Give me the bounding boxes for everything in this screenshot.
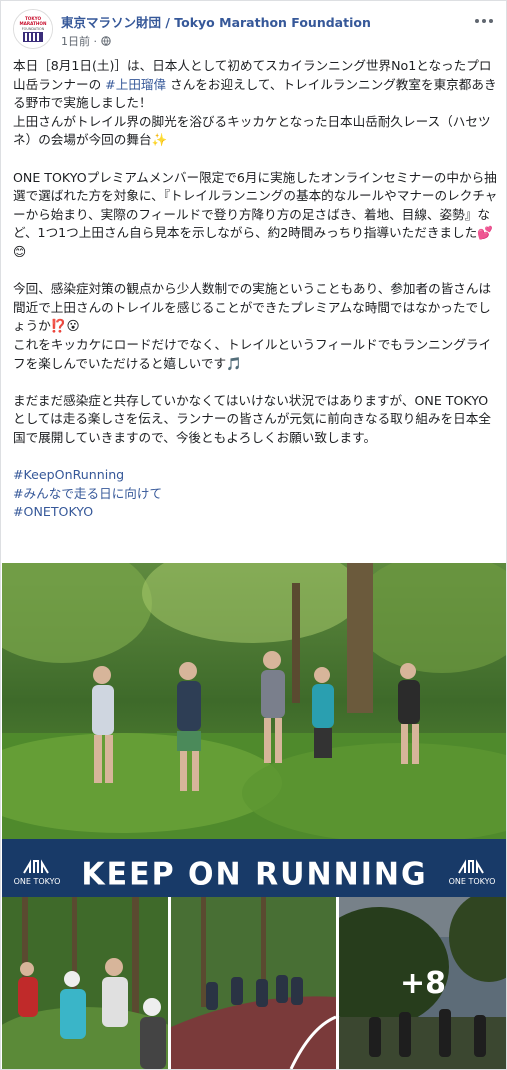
post-header: TOKYO MARATHON FOUNDATION 東京マラソン財団 / Tok…	[13, 9, 494, 51]
banner-text: KEEP ON RUNNING	[81, 856, 428, 893]
keep-on-running-banner[interactable]: ONE TOKYO KEEP ON RUNNING ONE TOKYO	[2, 839, 506, 897]
paragraph-1: 本日［8月1日(土)］は、日本人として初めてスカイランニング世界No1となったプ…	[13, 57, 498, 150]
banner-logo-text: ONE TOKYO	[448, 877, 496, 886]
hashtag-link[interactable]: #ONETOKYO	[13, 503, 498, 522]
paragraph-3: 今回、感染症対策の観点から少人数制での実施ということもあり、参加者の皆さんは間近…	[13, 281, 492, 371]
one-tokyo-logo: ONE TOKYO	[445, 859, 499, 886]
tokyo-marathon-logo-icon: TOKYO MARATHON FOUNDATION	[14, 10, 52, 48]
hashtag-link[interactable]: #みんなで走る日に向けて	[13, 485, 498, 504]
paragraph-4: まだまだ感染症と共存していかなくてはいけない状況ではありますが、ONE TOKY…	[13, 392, 491, 445]
globe-icon	[100, 35, 111, 48]
mention-link[interactable]: #上田瑠偉	[105, 77, 166, 92]
main-photo[interactable]	[2, 563, 506, 839]
thumbnail-photo-more[interactable]: +8	[339, 897, 506, 1069]
thumbnail-photo[interactable]	[171, 897, 336, 1069]
one-tokyo-mark-icon	[458, 859, 484, 874]
more-photos-count[interactable]: +8	[339, 897, 506, 1069]
facebook-post: TOKYO MARATHON FOUNDATION 東京マラソン財団 / Tok…	[0, 0, 507, 1070]
post-meta: 1日前 ·	[61, 33, 111, 49]
page-name-link[interactable]: 東京マラソン財団 / Tokyo Marathon Foundation	[61, 12, 371, 31]
more-dots-icon[interactable]	[474, 9, 494, 28]
post-timestamp[interactable]: 1日前	[61, 35, 90, 48]
svg-text:FOUNDATION: FOUNDATION	[22, 27, 45, 31]
photo-thumbnails: +8	[2, 897, 506, 1069]
post-body: 本日［8月1日(土)］は、日本人として初めてスカイランニング世界No1となったプ…	[13, 57, 498, 522]
thumbnail-photo[interactable]	[2, 897, 168, 1069]
hashtag-link[interactable]: #KeepOnRunning	[13, 466, 498, 485]
hashtag-list: #KeepOnRunning #みんなで走る日に向けて #ONETOKYO	[13, 466, 498, 522]
meta-separator: ·	[93, 35, 98, 48]
page-avatar[interactable]: TOKYO MARATHON FOUNDATION	[13, 9, 53, 49]
svg-text:MARATHON: MARATHON	[20, 21, 47, 26]
paragraph-2: ONE TOKYOプレミアムメンバー限定で6月に実施したオンラインセミナーの中か…	[13, 169, 498, 259]
